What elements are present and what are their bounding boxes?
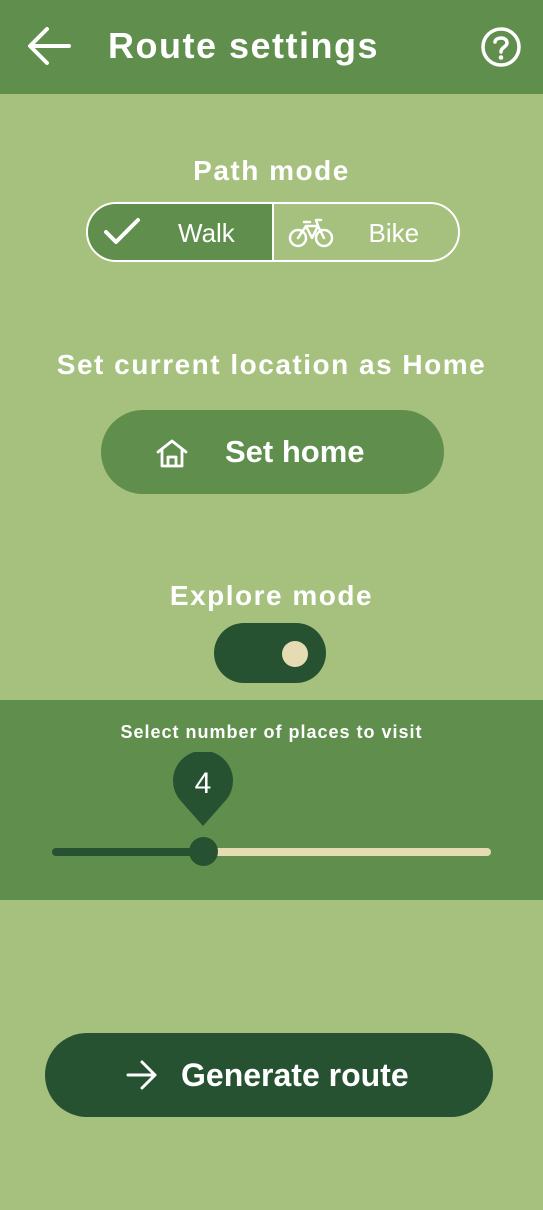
- slider-track-active: [52, 848, 204, 856]
- explore-mode-toggle[interactable]: [214, 623, 326, 683]
- page-title: Route settings: [108, 25, 380, 66]
- arrow-left-icon: [28, 27, 71, 65]
- slider-thumb[interactable]: [189, 837, 218, 866]
- check-icon: [102, 212, 142, 259]
- help-circle-icon: [481, 27, 521, 67]
- toggle-knob: [282, 641, 308, 667]
- places-slider-label: Select number of places to visit: [120, 722, 423, 742]
- path-mode-bike[interactable]: Bike: [274, 204, 459, 260]
- app-bar: Route settings: [0, 0, 543, 94]
- path-mode-walk[interactable]: Walk: [88, 204, 274, 260]
- path-mode-selector: Walk Bike: [86, 202, 460, 262]
- bicycle-icon: [288, 214, 334, 257]
- bike-label: Bike: [368, 218, 420, 248]
- walk-label: Walk: [178, 218, 235, 248]
- explore-mode-label: Explore mode: [169, 580, 374, 611]
- set-home-label: Set home: [225, 434, 365, 469]
- home-icon: [155, 438, 189, 473]
- places-slider-panel: Select number of places to visit 4: [0, 700, 543, 900]
- help-button[interactable]: [479, 26, 523, 68]
- set-home-button[interactable]: Set home: [101, 410, 444, 494]
- home-label: Set current location as Home: [56, 349, 487, 380]
- generate-route-button[interactable]: Generate route: [45, 1033, 493, 1117]
- generate-route-label: Generate route: [181, 1057, 409, 1093]
- back-button[interactable]: [22, 22, 74, 70]
- arrow-right-icon: [125, 1059, 159, 1096]
- slider-track-inactive[interactable]: [204, 848, 491, 856]
- path-mode-label: Path mode: [193, 155, 350, 186]
- places-value: 4: [194, 767, 212, 800]
